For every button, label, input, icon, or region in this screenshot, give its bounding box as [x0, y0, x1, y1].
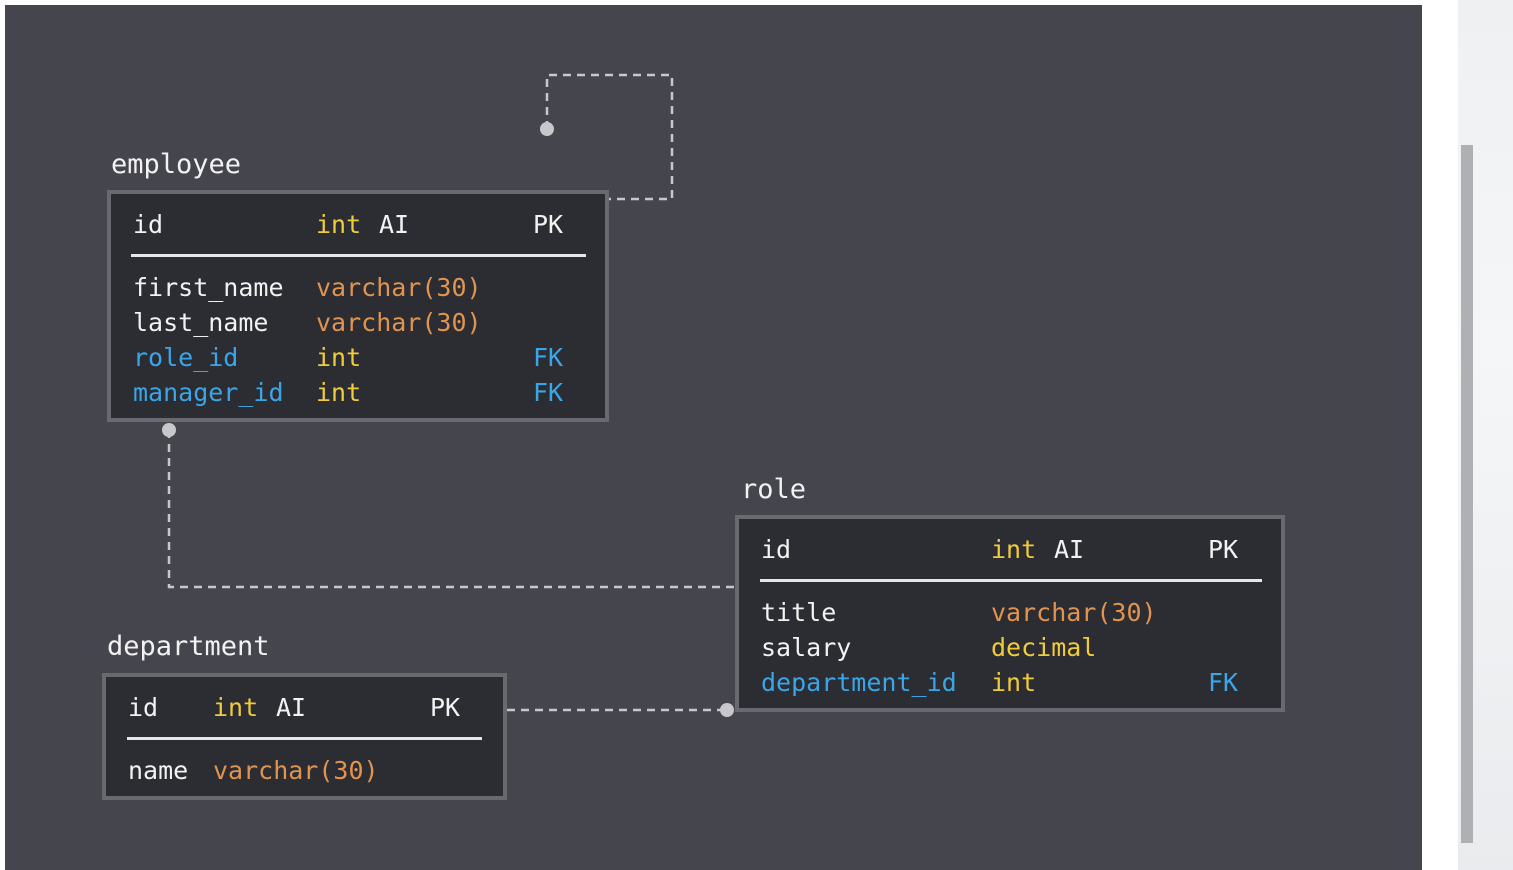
field-name: department_id: [761, 668, 957, 697]
field-name: role_id: [133, 343, 239, 372]
field-name: id: [761, 535, 792, 564]
field-extra: AI: [1054, 535, 1085, 564]
employee-field-row: role_id int FK: [111, 340, 605, 375]
role-field-row: salary decimal: [739, 630, 1281, 665]
employee-pk-row: id int AI PK: [111, 207, 605, 242]
role-field-row: title varchar(30): [739, 595, 1281, 630]
field-type: decimal: [991, 633, 1097, 662]
field-type: varchar(30): [213, 756, 379, 785]
department-pk-divider: [127, 737, 482, 740]
role-pk-divider: [760, 579, 1262, 582]
field-name: manager_id: [133, 378, 284, 407]
role-table-title: role: [741, 474, 807, 505]
field-type: int: [213, 693, 259, 722]
field-type: int: [991, 535, 1037, 564]
department-pk-row: id int AI PK: [106, 690, 503, 725]
field-type: varchar(30): [316, 308, 482, 337]
department-table-title: department: [107, 631, 270, 662]
field-type: varchar(30): [316, 273, 482, 302]
role-department-connector-endpoint: [720, 703, 734, 717]
employee-pk-divider: [131, 254, 586, 257]
employee-field-row: manager_id int FK: [111, 375, 605, 410]
department-field-row: name varchar(30): [106, 753, 503, 788]
department-table: id int AI PK name varchar(30): [102, 673, 507, 800]
field-type: int: [316, 378, 362, 407]
field-name: salary: [761, 633, 852, 662]
role-pk-row: id int AI PK: [739, 532, 1281, 567]
field-key: PK: [430, 693, 461, 722]
manager-self-reference-connector: [545, 73, 674, 201]
field-type: int: [316, 343, 362, 372]
employee-table-title: employee: [111, 149, 242, 180]
field-extra: AI: [276, 693, 307, 722]
field-type: int: [316, 210, 362, 239]
employee-field-row: first_name varchar(30): [111, 270, 605, 305]
employee-field-row: last_name varchar(30): [111, 305, 605, 340]
field-type: varchar(30): [991, 598, 1157, 627]
field-key: PK: [533, 210, 564, 239]
field-type: int: [991, 668, 1037, 697]
field-name: name: [128, 756, 189, 785]
field-name: id: [133, 210, 164, 239]
field-extra: AI: [379, 210, 410, 239]
manager-connector-endpoint: [540, 122, 554, 136]
field-name: last_name: [133, 308, 269, 337]
field-name: first_name: [133, 273, 284, 302]
field-key: FK: [533, 343, 564, 372]
employee-role-connector-endpoint: [162, 423, 176, 437]
field-key: FK: [533, 378, 564, 407]
role-field-row: department_id int FK: [739, 665, 1281, 700]
employee-table: id int AI PK first_name varchar(30) last…: [107, 190, 609, 422]
field-key: FK: [1208, 668, 1239, 697]
field-name: id: [128, 693, 159, 722]
field-name: title: [761, 598, 837, 627]
field-key: PK: [1208, 535, 1239, 564]
employee-role-connector: [167, 430, 737, 589]
role-table: id int AI PK title varchar(30) salary de…: [735, 515, 1285, 712]
